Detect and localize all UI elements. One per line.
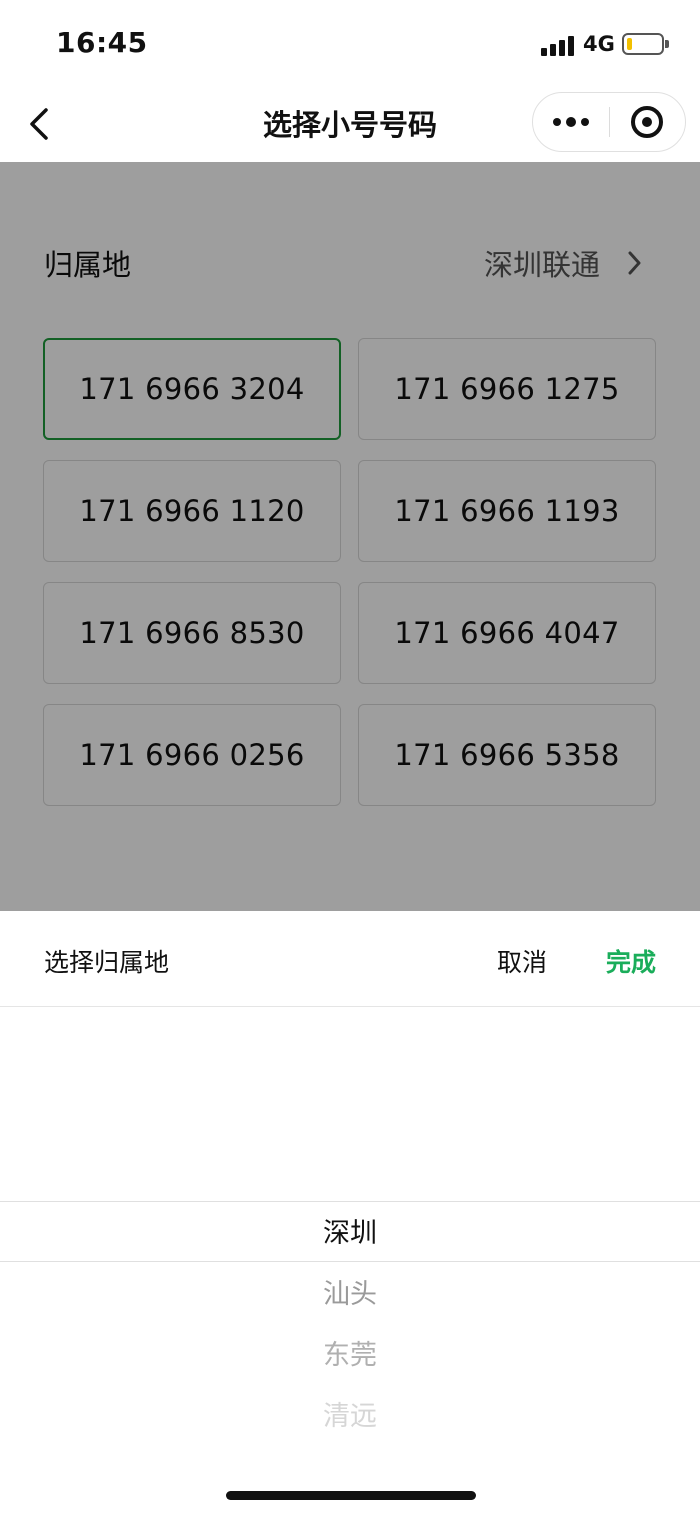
cancel-button[interactable]: 取消: [497, 943, 547, 979]
done-button[interactable]: 完成: [606, 943, 656, 979]
network-type: 4G: [583, 32, 615, 56]
target-circle-icon: [631, 106, 664, 138]
wheel-option[interactable]: 清远: [0, 1394, 700, 1433]
wheel-selection-top-line: [0, 1201, 700, 1202]
more-dots-icon-center: [565, 117, 576, 127]
location-wheel[interactable]: 深圳 汕头 东莞 清远: [0, 1007, 700, 1477]
wheel-option[interactable]: 深圳: [0, 1211, 700, 1250]
more-button[interactable]: [533, 93, 609, 151]
location-picker-sheet: 选择归属地 取消 完成 深圳汕头东莞清远: [0, 911, 700, 1514]
target-circle-dot: [642, 117, 653, 127]
status-bar: 16:45 4G: [0, 0, 700, 88]
more-dots-icon-end: [580, 118, 589, 126]
close-mini-program-button[interactable]: [610, 93, 686, 151]
home-indicator[interactable]: [226, 1491, 476, 1500]
nav-bar: 选择小号号码: [0, 88, 700, 162]
signal-icon: [541, 34, 577, 56]
picker-title: 选择归属地: [44, 948, 170, 977]
more-dots-icon: [552, 118, 561, 126]
picker-header: 选择归属地 取消 完成: [0, 911, 700, 1007]
back-button[interactable]: [22, 102, 62, 146]
battery-fill: [627, 38, 632, 50]
mini-program-capsule: [532, 92, 686, 152]
modal-overlay[interactable]: [0, 162, 700, 911]
battery-icon: [622, 33, 664, 55]
wheel-option[interactable]: 汕头: [0, 1272, 700, 1311]
wheel-option[interactable]: 东莞: [0, 1333, 700, 1372]
battery-tip: [665, 40, 669, 48]
wheel-selection-bottom-line: [0, 1261, 700, 1262]
chevron-left-icon: [30, 108, 48, 140]
status-time: 16:45: [56, 26, 148, 59]
